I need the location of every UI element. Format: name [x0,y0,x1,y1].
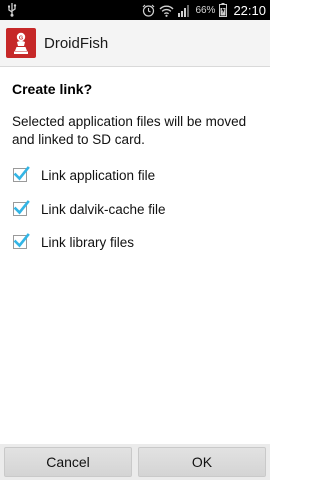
chess-pawn-logo-icon: G [6,28,36,58]
dialog-message: Selected application files will be moved… [12,114,247,147]
checkbox-link-application-file[interactable] [13,166,30,182]
dialog-title: Create link? [12,81,93,97]
option-label: Link dalvik-cache file [41,201,166,217]
option-link-application-file[interactable]: Link application file [13,163,263,187]
signal-icon [178,4,190,17]
checkmark-icon [13,233,30,248]
alarm-icon [143,4,155,17]
checkbox-link-dalvik-cache-file[interactable] [13,200,30,216]
usb-icon [8,3,17,17]
option-label: Link library files [41,234,135,250]
status-bar: 66% 22:10 [0,0,270,20]
option-link-library-files[interactable]: Link library files [13,230,263,254]
action-bar: G DroidFish [0,20,270,67]
option-label: Link application file [41,167,156,183]
checkbox-link-library-files[interactable] [13,233,30,249]
ok-button[interactable]: OK [138,447,266,477]
clock: 22:10 [233,2,266,18]
cancel-button[interactable]: Cancel [4,447,132,477]
checkmark-icon [13,166,30,181]
battery-charging-icon [219,3,228,17]
option-link-dalvik-cache-file[interactable]: Link dalvik-cache file [13,197,263,221]
wifi-icon [159,5,174,17]
checkmark-icon [13,200,30,215]
dialog-button-bar: Cancel OK [0,444,270,480]
battery-percent: 66% [195,4,216,16]
svg-text:G: G [19,35,23,41]
app-title: DroidFish [44,34,109,52]
